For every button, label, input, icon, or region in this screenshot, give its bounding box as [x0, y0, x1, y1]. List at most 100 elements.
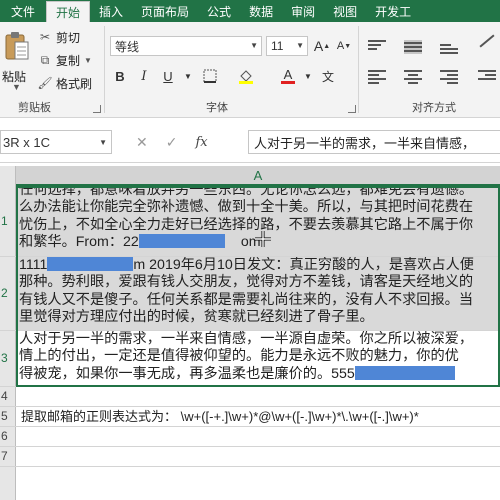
- column-header-a[interactable]: A: [16, 166, 500, 186]
- cut-button[interactable]: ✂ 剪切: [38, 28, 80, 46]
- clipboard-group-label: 剪贴板: [18, 102, 51, 114]
- bold-button[interactable]: B: [110, 66, 130, 86]
- chevron-down-icon[interactable]: ▼: [178, 66, 198, 86]
- cut-label: 剪切: [56, 30, 81, 45]
- shrink-font-icon: A: [336, 40, 345, 52]
- tab-insert[interactable]: 插入: [90, 0, 132, 22]
- insert-function-icon[interactable]: fx: [195, 135, 207, 150]
- chevron-down-icon[interactable]: ▼: [298, 66, 318, 86]
- row-header-4[interactable]: 4: [0, 386, 16, 406]
- cell-a2-text: 1111: [19, 257, 48, 273]
- copy-button[interactable]: ⧉ 复制 ▼: [38, 51, 92, 69]
- cell-a3-line: 情上的付出，一定还是值得被仰望的。能力是永远不败的魅力，你的优: [19, 348, 459, 365]
- font-color-icon: A: [283, 66, 293, 82]
- select-all-corner[interactable]: [0, 166, 16, 186]
- cell-a1-line: 任何选择，都意味着放弃另一些东西。无论你怎么选，都难免会有遗憾。: [19, 186, 474, 198]
- underline-button[interactable]: U: [158, 66, 178, 86]
- menu-bar: 文件 开始 插入 页面布局 公式 数据 审阅 视图 开发工: [0, 0, 500, 22]
- tab-developer[interactable]: 开发工: [366, 0, 420, 22]
- cell-a1-line: 么办法能让你能完全弥补遗憾、做到十全十美。所以，与其把时间花费在: [19, 199, 474, 216]
- row-header-3[interactable]: 3: [0, 330, 16, 386]
- format-painter-label: 格式刷: [56, 76, 93, 91]
- cell-a1-text: 和繁华。From：22: [19, 234, 139, 251]
- tab-page-layout[interactable]: 页面布局: [132, 0, 198, 22]
- cell-a2[interactable]: 1111 m 2019年6月10日发文：真正穷酸的人，是喜欢占人便 那种。势利眼，…: [16, 257, 500, 330]
- ribbon: 粘贴 ▼ ✂ 剪切 ⧉ 复制 ▼ 🖌 格式刷 剪贴板 等线 ▼ 11 ▼ A ▲ …: [0, 22, 500, 118]
- align-bottom-icon[interactable]: [440, 40, 458, 54]
- divider: [358, 26, 359, 113]
- redaction-block: [138, 234, 225, 249]
- formula-input[interactable]: 人对于另一半的需求，一半来自情感，: [248, 130, 500, 154]
- cell-a3-text: 得被宠，如果你一事无成，再多温柔也是廉价的。555: [19, 365, 355, 382]
- orientation-icon[interactable]: [478, 34, 496, 54]
- tab-home[interactable]: 开始: [46, 1, 91, 22]
- font-name-select[interactable]: 等线 ▼: [110, 36, 262, 56]
- tab-formulas[interactable]: 公式: [198, 0, 240, 22]
- redaction-block: [47, 257, 134, 271]
- fill-color-button[interactable]: [236, 66, 256, 86]
- borders-button[interactable]: [200, 66, 220, 86]
- tab-data[interactable]: 数据: [240, 0, 282, 22]
- row-header-1[interactable]: 1: [0, 186, 16, 256]
- cell-a2-line: 1111 m 2019年6月10日发文：真正穷酸的人，是喜欢占人便: [19, 257, 500, 274]
- row-header-2[interactable]: 2: [0, 256, 16, 330]
- font-name-value: 等线: [115, 39, 140, 54]
- phonetic-button[interactable]: 文: [318, 66, 338, 86]
- row-header-6[interactable]: 6: [0, 426, 16, 446]
- font-launcher-icon[interactable]: [348, 105, 356, 113]
- formula-buttons: ✕ ✓ fx: [122, 131, 244, 153]
- cell-a3-line: 人对于另一半的需求，一半来自情感，一半源自虚荣。你之所以被深爱，: [19, 331, 474, 347]
- tab-review[interactable]: 审阅: [282, 0, 324, 22]
- cell-a6[interactable]: 提取邮箱的正则表达式为： \w+([-+.]\w+)*@\w+([-.]\w+)…: [16, 404, 500, 426]
- cell-a2-line: 里觉得对方理应付出的时候，贫寒就已经刻进了骨子里。: [19, 309, 374, 326]
- row-gridline: [0, 426, 500, 427]
- paste-button[interactable]: 粘贴 ▼: [0, 30, 34, 92]
- row-gridline: [0, 446, 500, 447]
- chevron-down-icon: ▼: [296, 41, 304, 50]
- copy-icon: ⧉: [40, 52, 50, 67]
- clipboard-launcher-icon[interactable]: [93, 105, 101, 113]
- grow-font-icon: A: [313, 38, 324, 54]
- row-header-5[interactable]: 5: [0, 406, 16, 426]
- cell-a2-line: 那种。势利眼，爱跟有钱人交朋友，觉得对方不差钱，请客是天经地义的: [19, 274, 474, 291]
- cell-a3[interactable]: 人对于另一半的需求，一半来自情感，一半源自虚荣。你之所以被深爱， 情上的付出，一…: [16, 331, 500, 386]
- formula-bar: 3R x 1C ▼ ✕ ✓ fx 人对于另一半的需求，一半来自情感，: [0, 119, 500, 163]
- chevron-down-icon: ▼: [84, 55, 92, 65]
- align-right-icon[interactable]: [440, 70, 458, 84]
- cell-a2-text: m 2019年6月10日发文：真正穷酸的人，是喜欢占人便: [133, 257, 474, 273]
- shrink-font-button[interactable]: A ▼: [334, 36, 354, 56]
- format-painter-icon: 🖌: [37, 76, 53, 90]
- indent-icon[interactable]: [478, 70, 496, 84]
- font-size-select[interactable]: 11 ▼: [266, 36, 308, 56]
- file-tab[interactable]: 文件: [0, 0, 46, 22]
- font-color-swatch: [281, 80, 295, 84]
- format-painter-button[interactable]: 🖌 格式刷: [37, 74, 93, 92]
- enter-icon[interactable]: ✓: [166, 134, 178, 151]
- name-box-value: 3R x 1C: [3, 134, 50, 150]
- redaction-block: [354, 365, 455, 380]
- cell-cursor-icon: [255, 231, 271, 247]
- alignment-group-label: 对齐方式: [412, 102, 456, 114]
- grow-font-button[interactable]: A ▲: [312, 36, 332, 56]
- tab-view[interactable]: 视图: [324, 0, 366, 22]
- row-gridline: [0, 466, 500, 467]
- align-left-icon[interactable]: [368, 70, 386, 84]
- name-box[interactable]: 3R x 1C ▼: [0, 130, 112, 154]
- align-center-icon[interactable]: [404, 70, 422, 84]
- paste-icon: [5, 32, 29, 60]
- font-color-button[interactable]: A: [278, 66, 298, 86]
- row-gridline: [0, 386, 500, 387]
- borders-icon: [203, 69, 217, 83]
- font-size-value: 11: [271, 39, 284, 53]
- row-header-column: 1 2 3 4 5 6 7: [0, 186, 16, 500]
- cancel-icon[interactable]: ✕: [136, 134, 148, 151]
- align-middle-icon[interactable]: [404, 40, 422, 54]
- italic-button[interactable]: I: [134, 66, 154, 86]
- fill-color-icon: [239, 70, 253, 84]
- chevron-down-icon: ▼: [99, 138, 107, 147]
- scissors-icon: ✂: [39, 30, 51, 44]
- copy-label: 复制: [56, 53, 81, 68]
- row-header-7[interactable]: 7: [0, 446, 16, 466]
- divider: [104, 26, 105, 113]
- align-top-icon[interactable]: [368, 40, 386, 54]
